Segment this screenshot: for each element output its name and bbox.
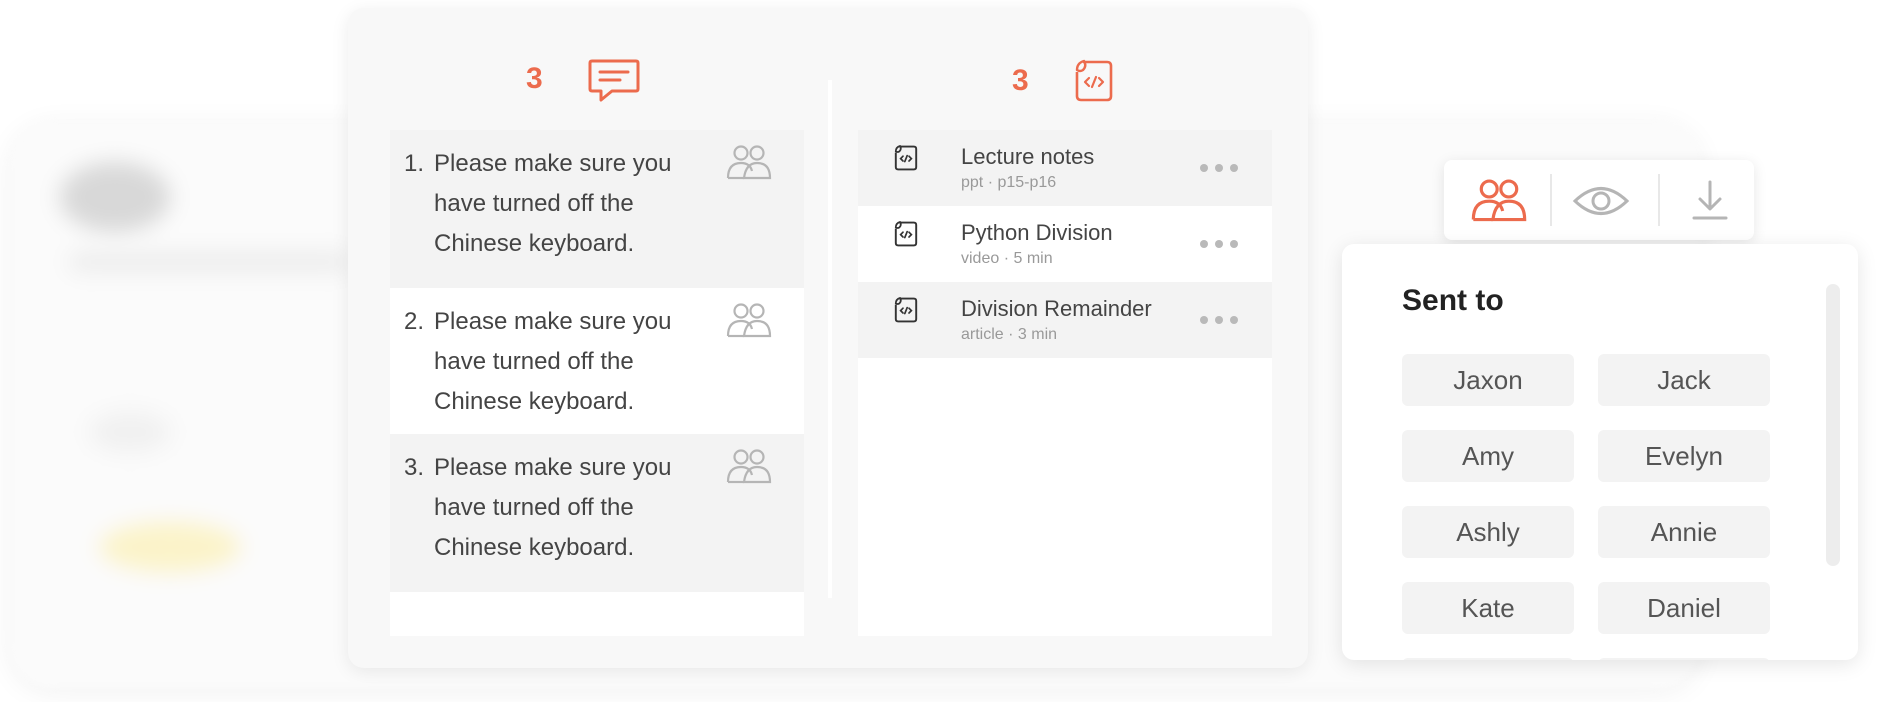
background-blob (70, 252, 350, 272)
comment-item[interactable]: 1. Please make sure you have turned off … (390, 130, 804, 288)
group-icon[interactable] (1470, 178, 1528, 227)
more-icon[interactable] (1200, 240, 1238, 248)
comment-text: Please make sure you have turned off the… (434, 454, 672, 561)
group-icon[interactable] (726, 448, 772, 497)
eye-icon[interactable] (1572, 182, 1630, 225)
resource-list: Lecture notes ppt · p15-p16 Python Divis… (858, 130, 1272, 636)
scrollbar[interactable] (1826, 284, 1840, 566)
content-card: 3 3 1. Please make sure you have turned … (348, 8, 1308, 668)
resource-title: Division Remainder (961, 296, 1152, 321)
recipient-chip[interactable]: Ashly (1402, 506, 1574, 558)
comment-list: 1. Please make sure you have turned off … (390, 130, 804, 636)
comment-number: 2. (404, 308, 425, 335)
resource-meta: video · 5 min (961, 250, 1053, 267)
comment-text: Please make sure you have turned off the… (434, 150, 672, 257)
code-file-icon[interactable] (1074, 58, 1114, 109)
code-file-icon (894, 220, 918, 253)
code-file-icon (894, 296, 918, 329)
resource-title: Python Division (961, 220, 1113, 245)
more-icon[interactable] (1200, 164, 1238, 172)
toolbar-separator (1658, 174, 1660, 226)
column-divider (828, 80, 832, 598)
comment-text: Please make sure you have turned off the… (434, 308, 672, 415)
background-blob (60, 162, 170, 232)
recipient-chip[interactable]: Jack (1598, 354, 1770, 406)
download-icon[interactable] (1690, 178, 1730, 227)
more-icon[interactable] (1200, 316, 1238, 324)
recipient-chip[interactable]: Evelyn (1598, 430, 1770, 482)
group-icon[interactable] (726, 144, 772, 193)
resource-item[interactable]: Lecture notes ppt · p15-p16 (858, 130, 1272, 206)
share-toolbar (1444, 160, 1754, 240)
recipient-chip[interactable]: Kate (1402, 582, 1574, 634)
recipient-chip-partial (1402, 658, 1574, 660)
chat-bubble-icon[interactable] (588, 58, 640, 109)
code-file-icon (894, 144, 918, 177)
resource-item[interactable]: Python Division video · 5 min (858, 206, 1272, 282)
comment-item[interactable]: 2. Please make sure you have turned off … (390, 288, 804, 434)
toolbar-separator (1550, 174, 1552, 226)
comment-number: 3. (404, 454, 425, 481)
resource-meta: article · 3 min (961, 326, 1058, 343)
group-icon[interactable] (726, 302, 772, 351)
comments-count: 3 (526, 62, 543, 95)
recipient-chip[interactable]: Jaxon (1402, 354, 1574, 406)
resource-title: Lecture notes (961, 144, 1095, 169)
comment-item[interactable]: 3. Please make sure you have turned off … (390, 434, 804, 592)
comment-number: 1. (404, 150, 425, 177)
recipient-chip[interactable]: Daniel (1598, 582, 1770, 634)
recipient-chip[interactable]: Amy (1402, 430, 1574, 482)
resources-count: 3 (1012, 64, 1029, 97)
recipient-chip[interactable]: Annie (1598, 506, 1770, 558)
sent-to-panel: Sent to Jaxon Jack Amy Evelyn Ashly Anni… (1342, 244, 1858, 660)
recipient-chip-partial (1598, 658, 1770, 660)
resource-item[interactable]: Division Remainder article · 3 min (858, 282, 1272, 358)
background-blob (90, 412, 170, 452)
sent-to-title: Sent to (1402, 284, 1504, 317)
background-blob (100, 522, 240, 572)
resource-meta: ppt · p15-p16 (961, 174, 1057, 191)
